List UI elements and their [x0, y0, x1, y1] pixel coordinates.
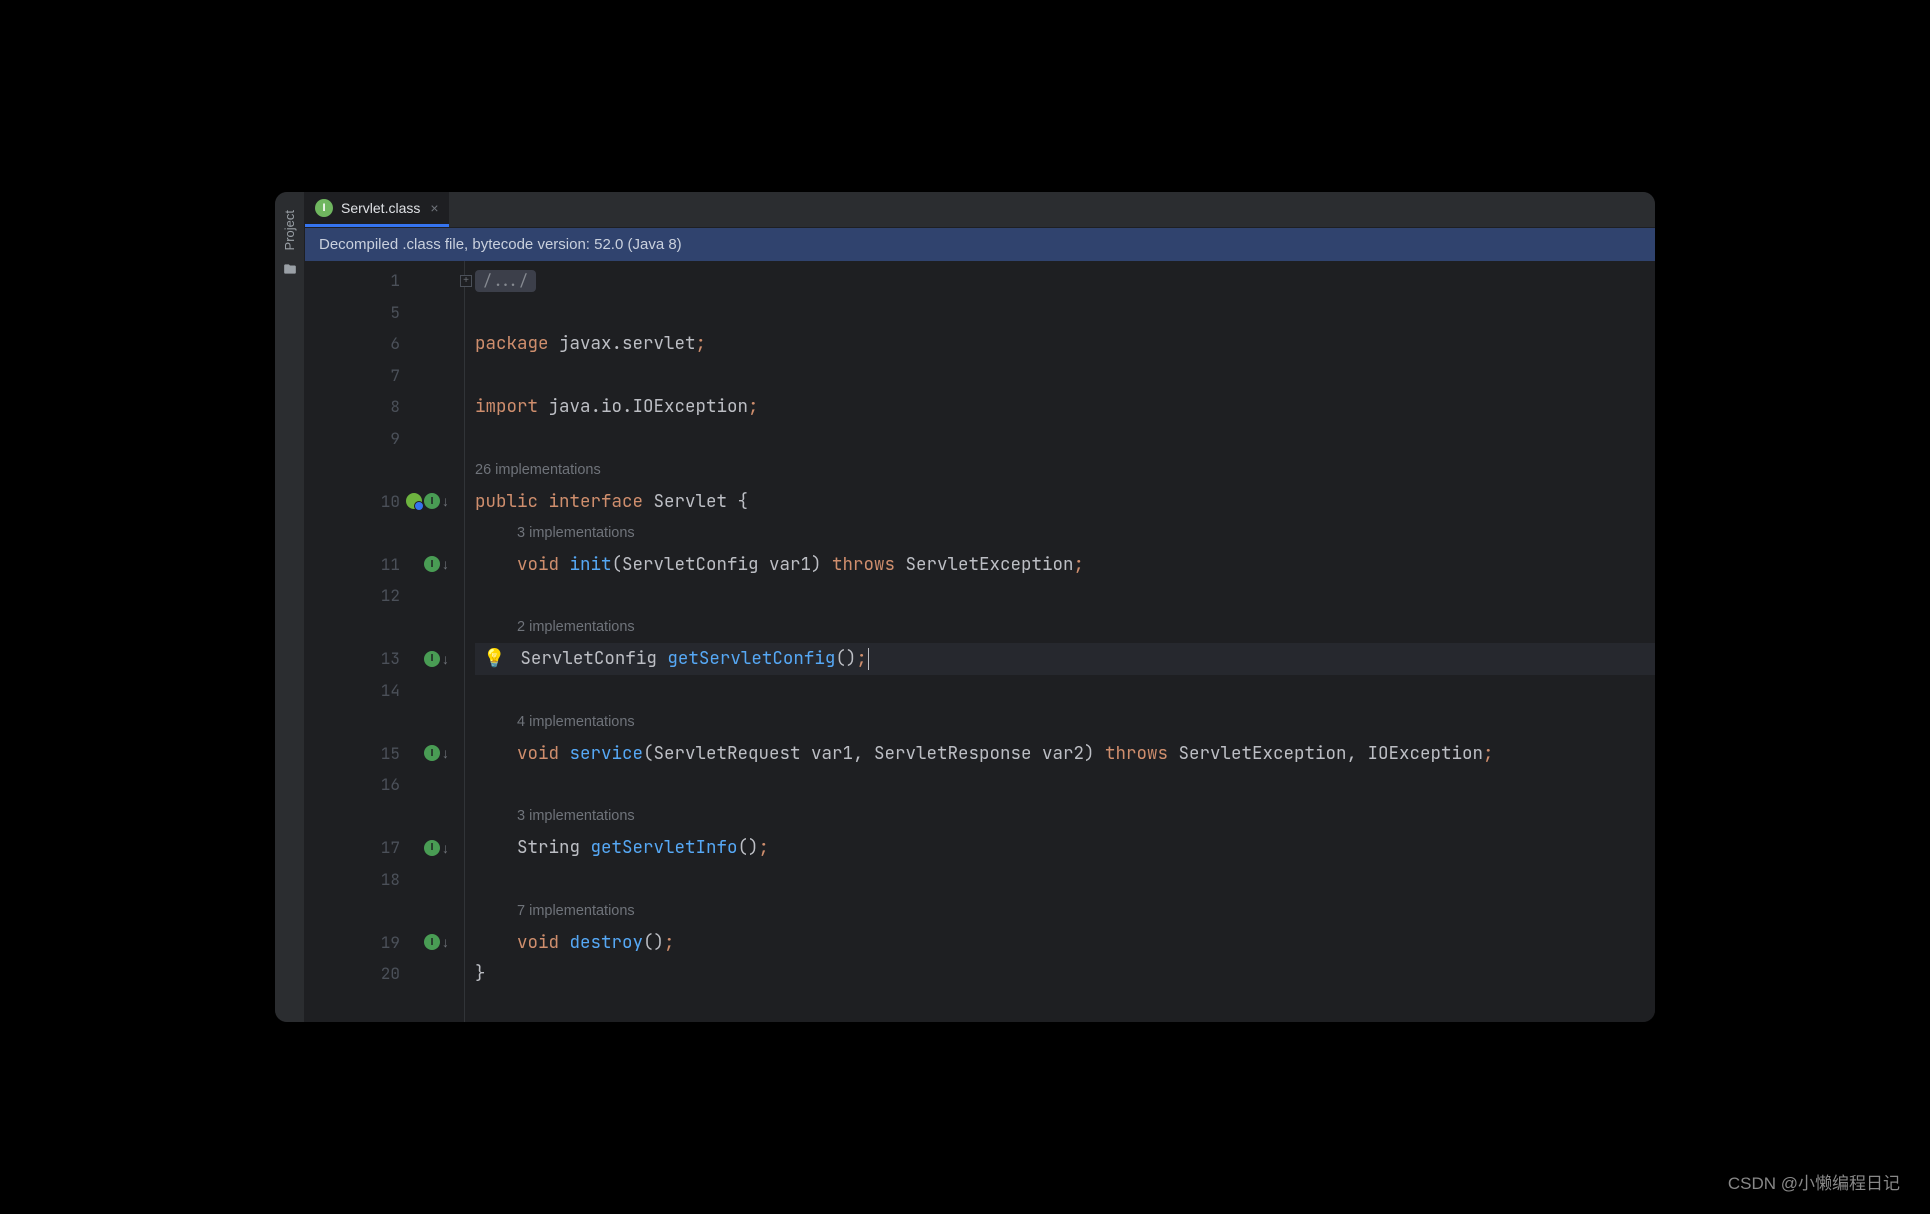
- spring-bean-icon[interactable]: [406, 493, 422, 509]
- down-arrow-icon: ↓: [442, 493, 449, 509]
- keyword: throws: [832, 553, 906, 576]
- import-name: java.io.IOException: [549, 395, 749, 418]
- override-icon[interactable]: I: [424, 934, 440, 950]
- line-number: 7: [370, 365, 400, 386]
- method-name: init: [570, 553, 612, 576]
- implementations-hint[interactable]: 26 implementations: [475, 462, 601, 478]
- line-number: 14: [370, 680, 400, 701]
- project-tool-button[interactable]: Project: [282, 202, 297, 258]
- close-icon[interactable]: ×: [430, 200, 438, 216]
- exception: ServletException, IOException: [1179, 742, 1484, 765]
- params: (ServletConfig var1): [612, 553, 833, 576]
- package-name: javax.servlet: [559, 332, 696, 355]
- params: (): [835, 647, 856, 670]
- interface-icon: I: [315, 199, 333, 217]
- line-number: 20: [370, 963, 400, 984]
- semicolon: ;: [1483, 742, 1494, 765]
- editor-main: I Servlet.class × Decompiled .class file…: [305, 192, 1655, 1022]
- implementations-hint[interactable]: 2 implementations: [475, 619, 635, 635]
- semicolon: ;: [759, 836, 770, 859]
- keyword: void: [517, 931, 570, 954]
- down-arrow-icon: ↓: [442, 840, 449, 856]
- line-number: 8: [370, 396, 400, 417]
- folded-region[interactable]: /.../: [475, 270, 536, 292]
- line-number: 15: [370, 743, 400, 764]
- method-name: getServletConfig: [667, 647, 835, 670]
- watermark-text: CSDN @小懒编程日记: [1728, 1169, 1900, 1194]
- params: (): [643, 931, 664, 954]
- keyword: void: [517, 742, 570, 765]
- folder-icon: [283, 262, 297, 279]
- exception: ServletException: [906, 553, 1074, 576]
- line-number: 17: [370, 837, 400, 858]
- down-arrow-icon: ↓: [442, 556, 449, 572]
- semicolon: ;: [856, 647, 867, 670]
- semicolon: ;: [748, 395, 759, 418]
- line-number: 1: [370, 270, 400, 291]
- semicolon: ;: [1074, 553, 1085, 576]
- editor-gutter: 1+ 5 6 7 8 9 10I↓ 11I↓ 12 13I↓ 14 15I↓ 1…: [305, 261, 465, 1022]
- down-arrow-icon: ↓: [442, 934, 449, 950]
- brace: {: [727, 490, 748, 513]
- semicolon: ;: [664, 931, 675, 954]
- keyword: void: [517, 553, 570, 576]
- implementations-hint[interactable]: 7 implementations: [475, 903, 635, 919]
- params: (ServletRequest var1, ServletResponse va…: [643, 742, 1105, 765]
- line-number: 5: [370, 302, 400, 323]
- code-editor[interactable]: 1+ 5 6 7 8 9 10I↓ 11I↓ 12 13I↓ 14 15I↓ 1…: [305, 261, 1655, 1022]
- method-name: service: [570, 742, 644, 765]
- method-name: getServletInfo: [591, 836, 738, 859]
- text-cursor: [868, 648, 870, 670]
- type-name: Servlet: [654, 490, 728, 513]
- line-number: 11: [370, 554, 400, 575]
- line-number: 19: [370, 932, 400, 953]
- line-number: 16: [370, 774, 400, 795]
- override-icon[interactable]: I: [424, 745, 440, 761]
- implementations-hint[interactable]: 3 implementations: [475, 808, 635, 824]
- lightbulb-icon[interactable]: 💡: [483, 647, 505, 670]
- override-icon[interactable]: I: [424, 840, 440, 856]
- override-icon[interactable]: I: [424, 493, 440, 509]
- keyword: throws: [1105, 742, 1179, 765]
- line-number: 13: [370, 648, 400, 669]
- method-name: destroy: [570, 931, 644, 954]
- keyword: package: [475, 332, 559, 355]
- keyword: public interface: [475, 490, 654, 513]
- override-icon[interactable]: I: [424, 556, 440, 572]
- semicolon: ;: [696, 332, 707, 355]
- brace: }: [475, 962, 486, 985]
- code-content[interactable]: /.../ package javax.servlet; import java…: [465, 261, 1655, 1022]
- return-type: String: [517, 836, 591, 859]
- line-number: 9: [370, 428, 400, 449]
- line-number: 6: [370, 333, 400, 354]
- implementations-hint[interactable]: 3 implementations: [475, 525, 635, 541]
- down-arrow-icon: ↓: [442, 745, 449, 761]
- ide-window: Project I Servlet.class × Decompiled .cl…: [275, 192, 1655, 1022]
- override-icon[interactable]: I: [424, 651, 440, 667]
- file-tab[interactable]: I Servlet.class ×: [305, 192, 449, 227]
- line-number: 12: [370, 585, 400, 606]
- down-arrow-icon: ↓: [442, 651, 449, 667]
- tab-bar: I Servlet.class ×: [305, 192, 1655, 228]
- implementations-hint[interactable]: 4 implementations: [475, 714, 635, 730]
- decompile-info-bar: Decompiled .class file, bytecode version…: [305, 228, 1655, 261]
- line-number: 10: [370, 491, 400, 512]
- tool-sidebar: Project: [275, 192, 305, 1022]
- params: (): [738, 836, 759, 859]
- line-number: 18: [370, 869, 400, 890]
- keyword: import: [475, 395, 549, 418]
- tab-label: Servlet.class: [341, 200, 420, 216]
- return-type: ServletConfig: [520, 647, 667, 670]
